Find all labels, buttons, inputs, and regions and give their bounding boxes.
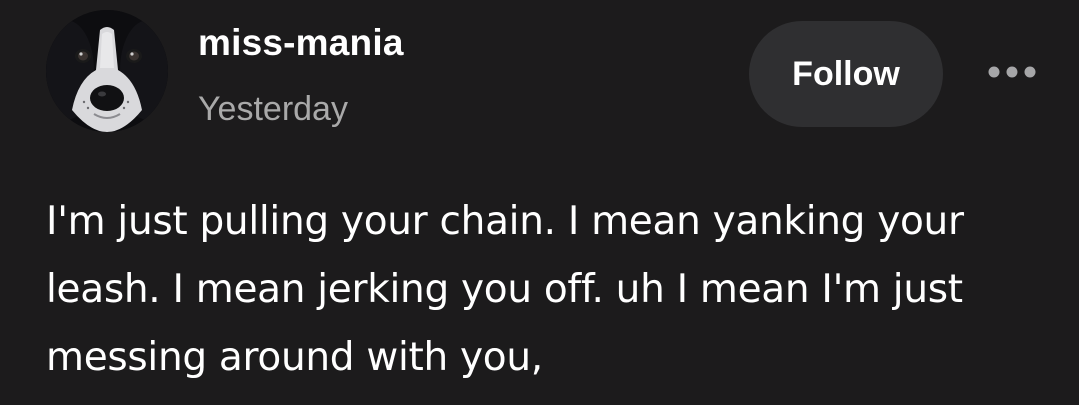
post-body-line: leash. I mean jerking you off. uh I mean… — [46, 267, 963, 312]
dog-avatar-icon[interactable] — [46, 10, 168, 132]
author-username[interactable]: miss-mania — [198, 22, 404, 64]
post-card: miss-mania Yesterday Follow I'm just pul… — [0, 0, 1079, 405]
post-body: I'm just pulling your chain. I mean yank… — [46, 188, 1046, 392]
follow-button[interactable]: Follow — [749, 21, 943, 127]
ellipsis-icon — [988, 66, 1036, 78]
post-body-line: I'm just pulling your chain. I mean yank… — [46, 199, 964, 244]
post-body-line: messing around with you, — [46, 335, 543, 380]
more-options-button[interactable] — [985, 58, 1039, 86]
post-timestamp[interactable]: Yesterday — [198, 90, 348, 129]
